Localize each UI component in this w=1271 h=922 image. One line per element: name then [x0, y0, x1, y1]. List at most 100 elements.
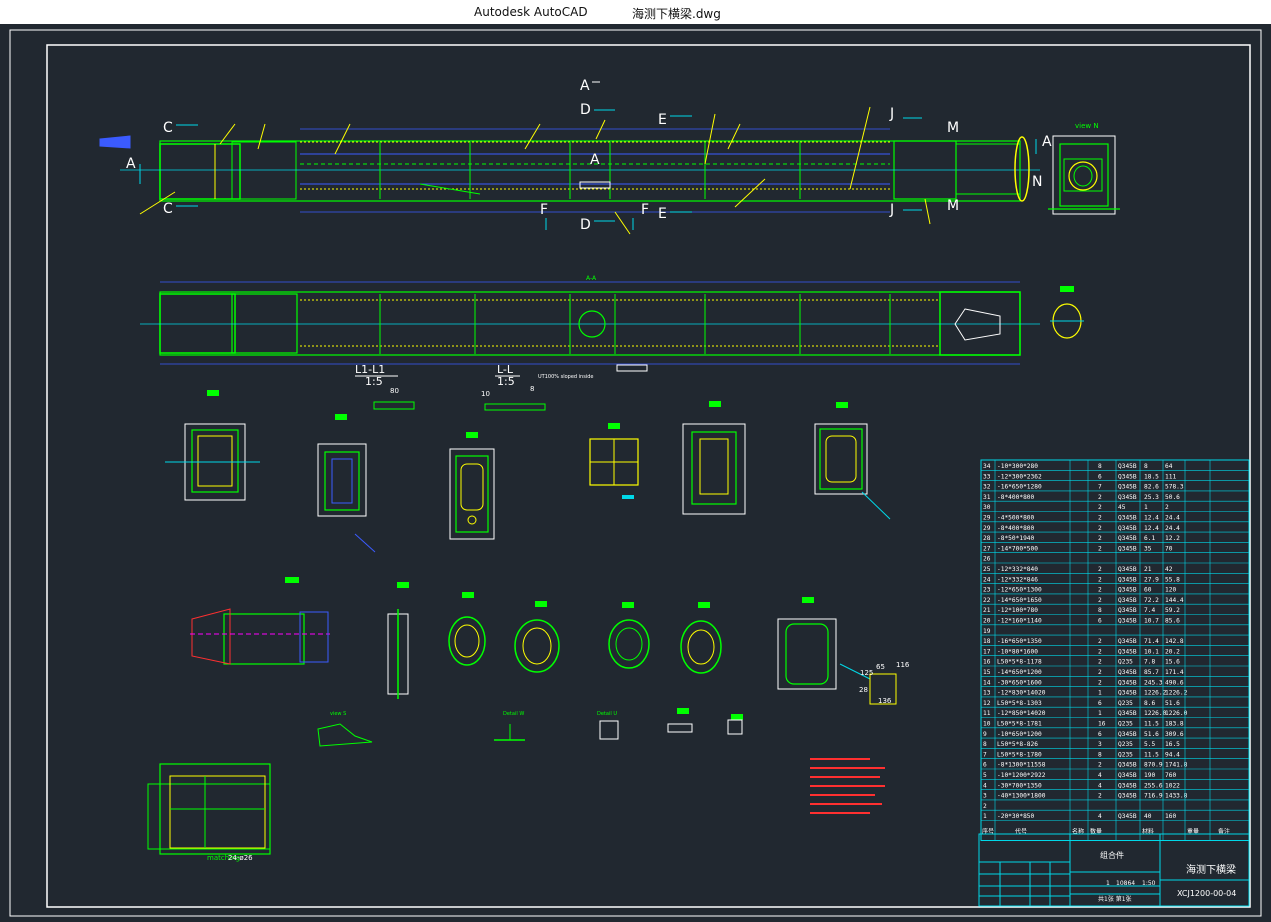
assembly-label: 组合件 [1100, 850, 1124, 860]
table-cell-material: Q235 [1118, 741, 1133, 748]
table-cell-material: Q345B [1118, 494, 1137, 501]
view-n-label: view N [1075, 122, 1099, 130]
table-cell-spec: -8*50*1940 [997, 535, 1035, 542]
table-cell-qty: 3 [1098, 741, 1102, 748]
row2-dims: 65 125 116 28 136 [859, 661, 910, 705]
table-cell-spec: -12*100*780 [997, 607, 1038, 614]
table-cell-no: 25 [983, 566, 991, 573]
drawing-canvas[interactable]: A D A C C A E E F F D J J M M A N view N [0, 24, 1271, 922]
file-name: 海测下横梁.dwg [632, 7, 721, 21]
cad-drawing[interactable]: A D A C C A E E F F D J J M M A N view N [0, 24, 1271, 922]
table-cell-unit-weight: 10.1 [1144, 648, 1159, 655]
left-box-2 [231, 141, 297, 200]
table-cell-unit-weight: 8 [1144, 463, 1148, 470]
table-cell-material: Q345B [1118, 535, 1137, 542]
table-cell-no: 33 [983, 473, 991, 480]
table-cell-qty: 6 [1098, 618, 1102, 625]
left-end-box [159, 143, 241, 200]
table-cell-qty: 4 [1098, 782, 1102, 789]
marker-a-left: A [126, 156, 136, 172]
table-cell-total-weight: 16.5 [1165, 741, 1180, 748]
table-cell-spec: -12*300*2362 [997, 473, 1042, 480]
marker-e-bottom: E [658, 206, 667, 222]
table-cell-no: 21 [983, 607, 991, 614]
table-cell-spec: L50*5*8-1780 [997, 751, 1042, 758]
table-cell-spec: L50*5*8-1178 [997, 659, 1042, 666]
table-cell-unit-weight: 7.4 [1144, 607, 1155, 614]
table-cell-unit-weight: 6.1 [1144, 535, 1155, 542]
notes-block [810, 758, 885, 814]
table-cell-total-weight: 1741.8 [1165, 762, 1188, 769]
table-cell-total-weight: 55.8 [1165, 576, 1180, 583]
table-cell-no: 22 [983, 597, 991, 604]
table-cell-material: Q345B [1118, 669, 1137, 676]
marker-m-top: M [947, 120, 959, 136]
marker-f-left: F [540, 202, 548, 218]
table-cell-total-weight: 142.8 [1165, 638, 1184, 645]
l-dim-b: 8 [530, 385, 534, 393]
marker-m-bottom: M [947, 198, 959, 214]
window-title-bar: Autodesk AutoCAD 海测下横梁.dwg [0, 0, 1271, 24]
table-cell-material: Q345B [1118, 597, 1137, 604]
table-cell-qty: 16 [1098, 721, 1106, 728]
section-details-row1[interactable] [165, 390, 891, 553]
section-aa-view[interactable]: A-A [140, 275, 1084, 365]
marker-j-top: J [889, 106, 894, 122]
table-cell-qty: 2 [1098, 659, 1102, 666]
drawing-title: 海测下横梁 [1186, 863, 1236, 876]
table-cell-total-weight: 42 [1165, 566, 1173, 573]
table-cell-material: Q235 [1118, 659, 1133, 666]
table-cell-qty: 8 [1098, 751, 1102, 758]
table-cell-total-weight: 144.4 [1165, 597, 1184, 604]
table-cell-spec: -14*700*500 [997, 545, 1038, 552]
table-cell-material: Q345B [1118, 484, 1137, 491]
table-cell-material: Q345B [1118, 648, 1137, 655]
table-cell-qty: 2 [1098, 648, 1102, 655]
table-cell-total-weight: 2 [1165, 504, 1169, 511]
table-cell-total-weight: 1226.0 [1165, 710, 1188, 717]
table-cell-total-weight: 120 [1165, 587, 1176, 594]
dim-65: 65 [876, 663, 885, 671]
title-block[interactable]: 组合件 海测下横梁 XCJ1200-00-04 1 10864 1:50 共1张… [978, 833, 1250, 907]
table-cell-qty: 2 [1098, 515, 1102, 522]
table-cell-material: Q345B [1118, 463, 1137, 470]
base-plate[interactable]: matching 24-ø26 [147, 763, 271, 862]
detail-l[interactable]: L-L 1:5 10 8 UT100% sloped inside [481, 363, 648, 411]
elevation-view[interactable] [99, 106, 1040, 235]
table-cell-qty: 2 [1098, 566, 1102, 573]
table-cell-unit-weight: 25.3 [1144, 494, 1159, 501]
table-cell-no: 34 [983, 463, 991, 470]
table-cell-material: Q345B [1118, 813, 1137, 820]
table-cell-qty: 7 [1098, 484, 1102, 491]
table-cell-qty: 1 [1098, 690, 1102, 697]
table-cell-total-weight: 59.2 [1165, 607, 1180, 614]
section-details-row2[interactable] [190, 577, 897, 705]
table-cell-no: 19 [983, 628, 991, 635]
table-cell-spec: -10*300*280 [997, 463, 1038, 470]
table-cell-total-weight: 24.4 [1165, 515, 1180, 522]
table-cell-no: 5 [983, 772, 987, 779]
table-cell-unit-weight: 82.6 [1144, 484, 1159, 491]
parts-table[interactable]: 34 -10*300*280 8 Q345B 8 6 4 33 -12*300*2362 6 Q34… [980, 459, 1250, 841]
table-cell-qty: 8 [1098, 463, 1102, 470]
detail-l1[interactable]: L1-L1 1:5 80 [355, 363, 415, 410]
table-cell-no: 20 [983, 618, 991, 625]
table-cell-spec: -40*1300*1800 [997, 793, 1046, 800]
table-cell-total-weight: 51.6 [1165, 700, 1180, 707]
table-cell-spec: -14*650*1650 [997, 597, 1042, 604]
table-cell-qty: 2 [1098, 669, 1102, 676]
small-details[interactable]: view S Detail W Detail U [317, 708, 743, 747]
table-cell-total-weight: 85.6 [1165, 618, 1180, 625]
table-cell-unit-weight: 12.4 [1144, 525, 1159, 532]
table-cell-no: 23 [983, 587, 991, 594]
table-cell-unit-weight: 12.4 [1144, 515, 1159, 522]
table-cell-spec: -14*650*1200 [997, 669, 1042, 676]
table-cell-material: Q345B [1118, 607, 1137, 614]
l1-dim: 80 [390, 387, 399, 395]
table-cell-spec: -12*830*14020 [997, 690, 1046, 697]
table-cell-material: Q345B [1118, 762, 1137, 769]
table-cell-unit-weight: 51.6 [1144, 731, 1159, 738]
view-n[interactable]: view N [1048, 122, 1120, 215]
table-cell-total-weight: 15.6 [1165, 659, 1180, 666]
table-cell-qty: 6 [1098, 473, 1102, 480]
